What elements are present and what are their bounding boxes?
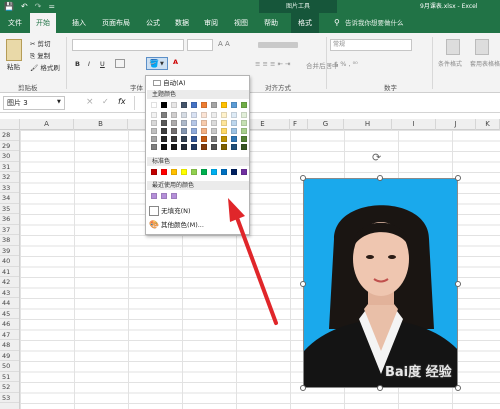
arrow-head: [228, 198, 245, 222]
arrow-shaft: [234, 213, 278, 325]
watermark: Bai度 经验: [385, 365, 452, 380]
annotation-arrow: [228, 198, 278, 325]
